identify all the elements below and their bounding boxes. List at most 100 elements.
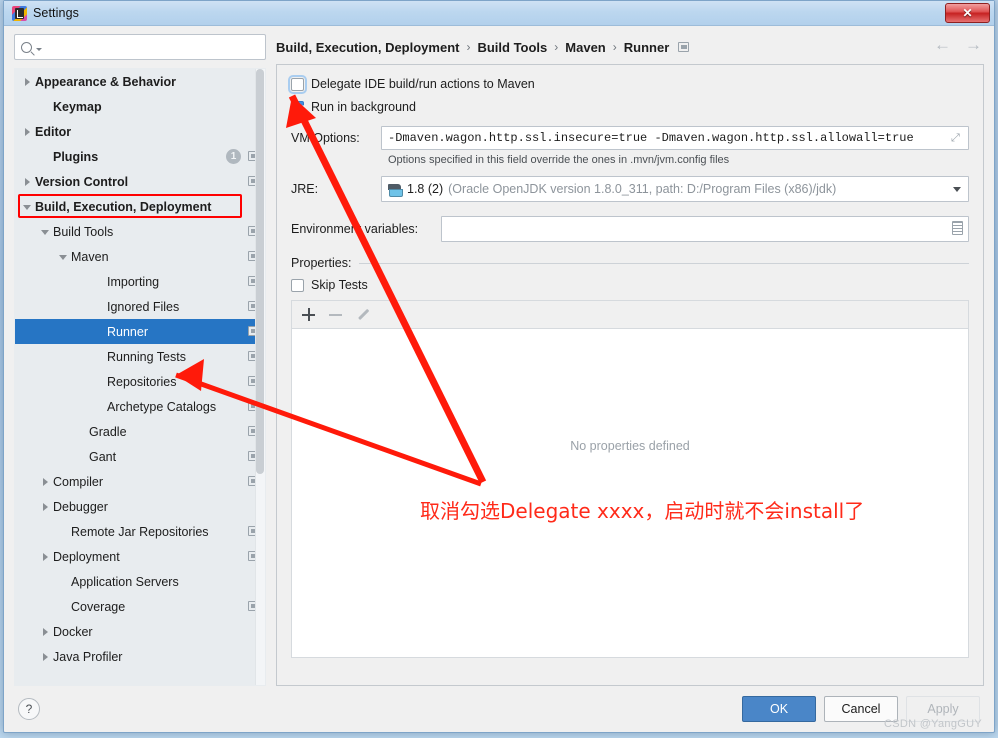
sidebar-item-label: Editor	[35, 124, 72, 139]
sidebar-item-editor[interactable]: Editor	[15, 119, 265, 144]
sidebar-item-plugins[interactable]: Plugins 1	[15, 144, 265, 169]
pencil-icon	[356, 308, 369, 321]
vm-options-value: -Dmaven.wagon.http.ssl.insecure=true -Dm…	[388, 131, 914, 145]
sidebar-item-label: Archetype Catalogs	[107, 399, 217, 414]
sidebar-item-docker[interactable]: Docker	[15, 619, 265, 644]
jre-row: JRE: 1.8 (2) (Oracle OpenJDK version 1.8…	[291, 176, 969, 202]
sidebar-item-label: Gant	[89, 449, 117, 464]
settings-tree: Appearance & Behavior Keymap Editor Plugins…	[15, 69, 265, 669]
skip-tests-checkbox[interactable]	[291, 278, 304, 292]
intellij-idea-icon	[12, 5, 27, 21]
sidebar-item-maven[interactable]: Maven	[15, 244, 265, 269]
back-arrow-icon[interactable]: ←	[934, 36, 951, 53]
annotation-text: 取消勾选Delegate xxxx，启动时就不会install了	[420, 499, 865, 523]
chevron-down-icon[interactable]	[19, 203, 35, 210]
sidebar-item-ignored-files[interactable]: Ignored Files	[15, 294, 265, 319]
runner-settings-panel: Delegate IDE build/run actions to Maven …	[276, 64, 984, 686]
sidebar-item-keymap[interactable]: Keymap	[15, 94, 265, 119]
run-in-background-label[interactable]: Run in background	[311, 100, 416, 114]
sidebar-item-label: Debugger	[53, 499, 108, 514]
chevron-down-icon[interactable]	[953, 187, 961, 192]
forward-arrow-icon[interactable]: →	[965, 36, 982, 53]
expand-icon[interactable]: ⤢	[951, 132, 963, 144]
sidebar-item-label: Plugins	[53, 149, 99, 164]
sidebar-item-label: Repositories	[107, 374, 177, 389]
sidebar-item-label: Importing	[107, 274, 160, 289]
sidebar-item-label: Build Tools	[53, 224, 114, 239]
list-editor-icon[interactable]	[952, 221, 963, 235]
sidebar-item-appearance-behavior[interactable]: Appearance & Behavior	[15, 69, 265, 94]
properties-label: Properties:	[291, 256, 352, 270]
skip-tests-label[interactable]: Skip Tests	[311, 278, 368, 292]
project-scope-icon[interactable]	[678, 42, 690, 52]
jre-description: (Oracle OpenJDK version 1.8.0_311, path:…	[448, 182, 837, 196]
jre-label: JRE:	[291, 182, 319, 196]
search-input[interactable]	[46, 40, 259, 54]
chevron-right-icon[interactable]	[37, 652, 53, 661]
breadcrumb-separator: ›	[612, 40, 617, 54]
sidebar-item-java-profiler[interactable]: Java Profiler	[15, 644, 265, 669]
sidebar-item-label: Version Control	[35, 174, 129, 189]
sidebar-item-label: Deployment	[53, 549, 120, 564]
close-icon[interactable]: ✕	[945, 3, 990, 23]
dialog-body: Appearance & Behavior Keymap Editor Plugins…	[4, 26, 994, 686]
dialog-button-bar: ? OK Cancel Apply CSDN @YangGUY	[4, 686, 994, 732]
chevron-right-icon[interactable]	[37, 552, 53, 561]
breadcrumb-item-1[interactable]: Build Tools	[477, 40, 547, 55]
chevron-down-icon[interactable]	[37, 228, 53, 235]
sidebar-item-debugger[interactable]: Debugger	[15, 494, 265, 519]
settings-tree-scroll[interactable]: Appearance & Behavior Keymap Editor Plugins…	[14, 68, 266, 686]
properties-toolbar	[291, 300, 969, 328]
sidebar-item-coverage[interactable]: Coverage	[15, 594, 265, 619]
chevron-right-icon[interactable]	[37, 502, 53, 511]
sidebar-item-running-tests[interactable]: Running Tests	[15, 344, 265, 369]
properties-group-header: Properties:	[291, 256, 969, 270]
sidebar-item-label: Runner	[107, 324, 148, 339]
sidebar-item-application-servers[interactable]: Application Servers	[15, 569, 265, 594]
sidebar-item-version-control[interactable]: Version Control	[15, 169, 265, 194]
vm-options-input[interactable]: -Dmaven.wagon.http.ssl.insecure=true -Dm…	[381, 126, 969, 150]
jre-combobox[interactable]: 1.8 (2) (Oracle OpenJDK version 1.8.0_31…	[381, 176, 969, 202]
history-navigation: ← →	[934, 36, 982, 53]
sidebar-item-build-tools[interactable]: Build Tools	[15, 219, 265, 244]
run-in-background-checkbox[interactable]	[291, 100, 304, 114]
tree-scrollbar-thumb[interactable]	[256, 69, 264, 474]
sidebar-item-gradle[interactable]: Gradle	[15, 419, 265, 444]
chevron-right-icon[interactable]	[19, 127, 35, 136]
run-background-row: Run in background	[291, 100, 969, 114]
sidebar-item-repositories[interactable]: Repositories	[15, 369, 265, 394]
properties-list[interactable]: No properties defined	[291, 328, 969, 658]
sidebar-item-runner[interactable]: Runner	[15, 319, 265, 344]
sidebar-item-compiler[interactable]: Compiler	[15, 469, 265, 494]
delegate-label[interactable]: Delegate IDE build/run actions to Maven	[311, 77, 535, 91]
breadcrumb-item-3[interactable]: Runner	[624, 40, 670, 55]
chevron-right-icon[interactable]	[37, 477, 53, 486]
chevron-right-icon[interactable]	[19, 177, 35, 186]
sidebar-item-archetype-catalogs[interactable]: Archetype Catalogs	[15, 394, 265, 419]
sidebar-item-importing[interactable]: Importing	[15, 269, 265, 294]
vm-options-hint: Options specified in this field override…	[388, 154, 730, 166]
chevron-right-icon[interactable]	[19, 77, 35, 86]
properties-empty-text: No properties defined	[570, 439, 690, 453]
sidebar-item-gant[interactable]: Gant	[15, 444, 265, 469]
sidebar-item-deployment[interactable]: Deployment	[15, 544, 265, 569]
search-history-caret-icon[interactable]	[36, 47, 42, 51]
dialog-titlebar: Settings ✕	[4, 1, 994, 26]
chevron-right-icon[interactable]	[37, 627, 53, 636]
chevron-down-icon[interactable]	[55, 253, 71, 260]
help-button[interactable]: ?	[18, 698, 40, 720]
breadcrumb-item-2[interactable]: Maven	[565, 40, 605, 55]
search-box[interactable]	[14, 34, 266, 60]
ok-button[interactable]: OK	[742, 696, 816, 722]
sidebar-item-remote-jar-repositories[interactable]: Remote Jar Repositories	[15, 519, 265, 544]
minus-icon	[329, 313, 342, 316]
environment-variables-input[interactable]	[441, 216, 969, 242]
sidebar-item-label: Application Servers	[71, 574, 179, 589]
breadcrumb-item-0[interactable]: Build, Execution, Deployment	[276, 40, 459, 55]
sidebar-item-label: Running Tests	[107, 349, 186, 364]
sidebar-item-build-execution-deployment[interactable]: Build, Execution, Deployment	[15, 194, 265, 219]
watermark: CSDN @YangGUY	[883, 718, 982, 730]
delegate-checkbox[interactable]	[288, 74, 307, 94]
plus-icon[interactable]	[302, 308, 315, 321]
tree-scrollbar-track[interactable]	[255, 69, 265, 685]
